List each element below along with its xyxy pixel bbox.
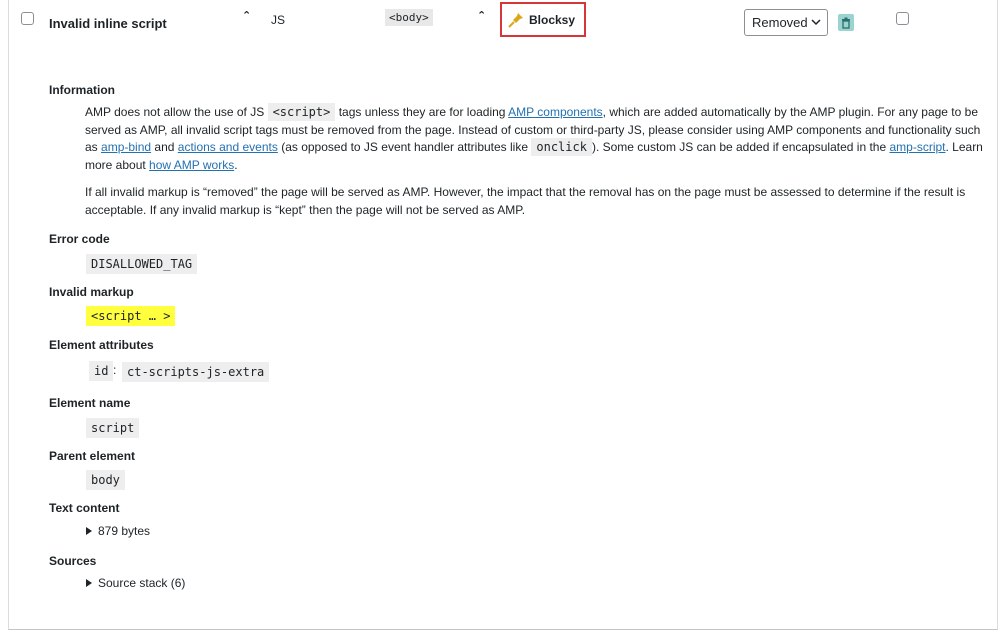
information-text: AMP does not allow the use of JS <script… [85, 103, 983, 173]
removed-trash-icon [838, 14, 854, 31]
source-highlight[interactable]: Blocksy [500, 2, 586, 37]
invalid-markup-value: <script … > [86, 306, 176, 326]
element-name-heading: Element name [49, 396, 131, 410]
status-value: Removed [752, 15, 808, 30]
error-type: JS [271, 13, 286, 27]
sources-heading: Sources [49, 554, 97, 568]
caret-right-icon [86, 579, 92, 587]
chevron-up-icon[interactable]: ⌃ [477, 11, 486, 22]
chevron-up-icon[interactable]: ⌃ [242, 11, 251, 22]
parent-element-heading: Parent element [49, 449, 136, 463]
parent-tag-badge: <body> [385, 9, 433, 26]
row-select-checkbox[interactable] [21, 12, 34, 25]
source-stack-toggle[interactable]: Source stack (6) [86, 576, 185, 590]
amp-bind-link[interactable]: amp-bind [101, 140, 151, 154]
trash-icon [842, 17, 850, 29]
plugin-icon [508, 12, 523, 28]
caret-right-icon [86, 527, 92, 535]
error-title[interactable]: Invalid inline script [49, 16, 167, 31]
amp-components-link[interactable]: AMP components [508, 105, 603, 119]
attribute-key: id [89, 361, 114, 381]
information-note: If all invalid markup is “removed” the p… [85, 185, 966, 217]
text-content-toggle[interactable]: 879 bytes [86, 524, 150, 538]
chevron-down-icon [811, 19, 821, 26]
attribute-separator: : [113, 363, 117, 377]
how-amp-works-link[interactable]: how AMP works [149, 158, 234, 172]
source-name: Blocksy [529, 12, 576, 27]
element-attributes-heading: Element attributes [49, 338, 154, 352]
script-tag-code: <script> [267, 103, 336, 121]
invalid-markup-heading: Invalid markup [49, 285, 134, 299]
information-heading: Information [49, 83, 115, 97]
error-code-value: DISALLOWED_TAG [86, 254, 198, 274]
status-select[interactable]: Removed [744, 9, 828, 36]
onclick-code: onclick [531, 138, 592, 157]
parent-element-value: body [86, 470, 125, 490]
actions-events-link[interactable]: actions and events [178, 140, 278, 154]
text-content-heading: Text content [49, 501, 120, 515]
attribute-value: ct-scripts-js-extra [122, 362, 270, 382]
amp-script-link[interactable]: amp-script [889, 140, 945, 154]
element-name-value: script [86, 418, 140, 438]
error-code-heading: Error code [49, 232, 110, 246]
review-checkbox[interactable] [896, 12, 909, 25]
